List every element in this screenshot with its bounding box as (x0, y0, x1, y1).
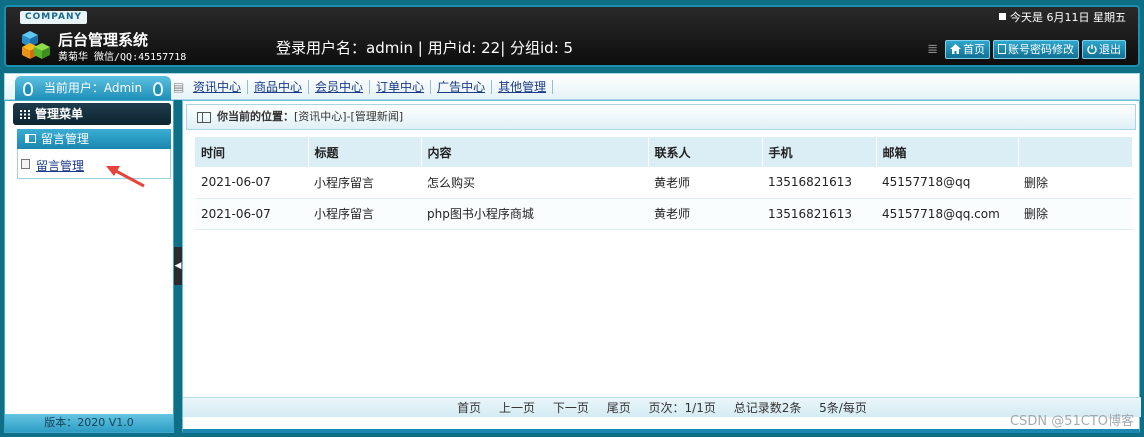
account-password-button[interactable]: 账号密码修改 (993, 39, 1079, 59)
sidebar: 管理菜单 留言管理 留言管理 版本：2020 V1.0 (4, 100, 174, 433)
version-label: 版本：2020 V1.0 (5, 414, 173, 432)
main-content: 你当前的位置：[资讯中心]-[管理新闻] 时间 标题 内容 联系人 手机 邮箱 … (182, 100, 1141, 433)
section-title: 留言管理 (41, 132, 90, 146)
login-info: 登录用户名：admin | 用户id: 22| 分组id: 5 (276, 39, 574, 57)
cell-contact: 黄老师 (648, 167, 762, 199)
red-arrow-icon (106, 166, 145, 188)
table-header-row: 时间 标题 内容 联系人 手机 邮箱 (195, 137, 1133, 167)
sidebar-collapse-handle[interactable]: ◀ (174, 247, 182, 285)
home-button[interactable]: 首页 (945, 39, 990, 59)
nav-item-orders[interactable]: 订单中心 (370, 80, 432, 94)
table-row: 2021-06-07 小程序留言 php图书小程序商城 黄老师 13516821… (195, 198, 1133, 230)
page-info: 页次：1/1页 (648, 401, 716, 415)
page-icon (21, 159, 30, 169)
menu-title: 管理菜单 (35, 107, 84, 121)
square-icon (999, 13, 1006, 20)
pagination: 首页 上一页 下一页 尾页 页次：1/1页 总记录数2条 5条/每页 (183, 397, 1141, 417)
nav-item-products[interactable]: 商品中心 (248, 80, 310, 94)
col-header-content: 内容 (421, 137, 649, 167)
cell-email: 45157718@qq.com (876, 198, 1018, 230)
company-label: COMPANY (20, 11, 87, 24)
power-icon (1087, 44, 1097, 54)
top-actions: ≣ 首页 账号密码修改 退出 (927, 39, 1126, 59)
cell-content: 怎么购买 (421, 167, 648, 199)
window-icon (197, 112, 211, 123)
cell-title: 小程序留言 (308, 167, 421, 199)
col-header-contact: 联系人 (648, 137, 763, 167)
date-text: 今天是 6月11日 星期五 (1010, 11, 1126, 24)
location-path: [资讯中心]-[管理新闻] (294, 110, 404, 123)
sidebar-section-messages[interactable]: 留言管理 (17, 129, 171, 149)
sidebar-item-message-manage[interactable]: 留言管理 (36, 157, 84, 174)
nav-item-ads[interactable]: 广告中心 (431, 80, 493, 94)
ring-icon (153, 82, 163, 96)
document-icon (998, 44, 1006, 54)
system-title: 后台管理系统 (58, 31, 149, 49)
menu-header: 管理菜单 (13, 103, 171, 125)
breadcrumb: 你当前的位置：[资讯中心]-[管理新闻] (186, 104, 1136, 130)
cell-phone: 13516821613 (762, 198, 876, 230)
last-page-link[interactable]: 尾页 (607, 401, 631, 415)
home-icon (950, 44, 961, 54)
col-header-phone: 手机 (762, 137, 877, 167)
home-button-label: 首页 (963, 42, 985, 56)
current-user-tab: 当前用户：Admin (15, 76, 171, 100)
per-page: 5条/每页 (819, 401, 867, 415)
date-display: 今天是 6月11日 星期五 (999, 9, 1126, 25)
nav-item-members[interactable]: 会员中心 (309, 80, 371, 94)
prev-page-link[interactable]: 上一页 (499, 401, 535, 415)
cell-contact: 黄老师 (648, 198, 762, 230)
cubes-logo-icon (22, 31, 50, 59)
nav-item-news[interactable]: 资讯中心 (187, 80, 249, 94)
account-button-label: 账号密码修改 (1008, 42, 1074, 56)
system-subtitle: 黄菊华 微信/QQ:45157718 (58, 52, 187, 63)
delete-link[interactable]: 删除 (1018, 198, 1133, 230)
cell-title: 小程序留言 (308, 198, 421, 230)
cell-phone: 13516821613 (762, 167, 876, 199)
cell-content: php图书小程序商城 (421, 198, 648, 230)
cell-email: 45157718@qq (876, 167, 1018, 199)
col-header-action (1018, 137, 1133, 167)
first-page-link[interactable]: 首页 (457, 401, 481, 415)
cell-time: 2021-06-07 (195, 167, 308, 199)
panel-icon (25, 134, 36, 143)
messages-table: 时间 标题 内容 联系人 手机 邮箱 2021-06-07 小程序留言 怎么购买… (195, 137, 1133, 230)
grid-icon (20, 110, 30, 119)
nav-menu: 资讯中心 商品中心 会员中心 订单中心 广告中心 其他管理 (187, 74, 554, 100)
table-row: 2021-06-07 小程序留言 怎么购买 黄老师 13516821613 45… (195, 167, 1133, 199)
top-header: COMPANY 后台管理系统 黄菊华 微信/QQ:45157718 登录用户名：… (4, 5, 1140, 67)
top-nav-bar: 当前用户：Admin ▤ 资讯中心 商品中心 会员中心 订单中心 广告中心 其他… (4, 73, 1140, 100)
delete-link[interactable]: 删除 (1018, 167, 1133, 199)
col-header-email: 邮箱 (876, 137, 1019, 167)
col-header-time: 时间 (195, 137, 309, 167)
col-header-title: 标题 (308, 137, 422, 167)
logout-button[interactable]: 退出 (1082, 39, 1126, 59)
next-page-link[interactable]: 下一页 (553, 401, 589, 415)
current-user-label: 当前用户：Admin (43, 81, 143, 95)
cell-time: 2021-06-07 (195, 198, 308, 230)
nav-list-icon: ▤ (173, 80, 185, 94)
logout-button-label: 退出 (1099, 42, 1121, 56)
location-label: 你当前的位置： (217, 110, 294, 123)
ring-icon (23, 82, 33, 96)
watermark: CSDN @51CTO博客 (1010, 414, 1134, 429)
menu-lines-icon: ≣ (927, 41, 938, 57)
total-records: 总记录数2条 (733, 401, 802, 415)
nav-item-other[interactable]: 其他管理 (492, 80, 554, 94)
